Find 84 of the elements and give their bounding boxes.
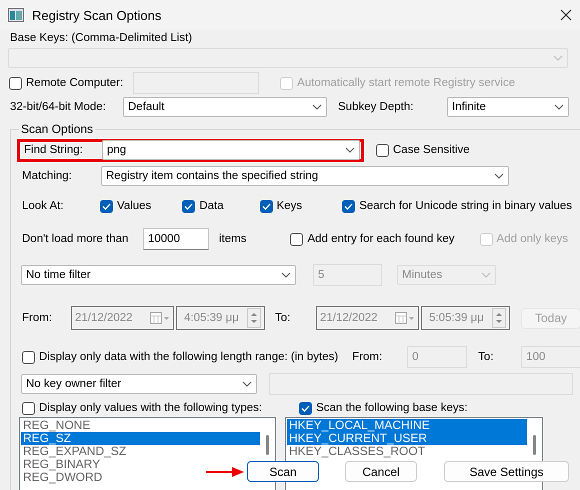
list-item[interactable]: HKEY_CURRENT_USER: [287, 432, 527, 445]
subkey-depth-label: Subkey Depth:: [338, 101, 414, 113]
list-item[interactable]: REG_DWORD: [21, 471, 102, 484]
checkbox-label: Remote Computer:: [26, 77, 124, 89]
checkbox[interactable]: [182, 200, 196, 212]
checkbox[interactable]: [22, 402, 35, 414]
find-string-label: Find String:: [24, 144, 84, 156]
checkbox[interactable]: [9, 76, 22, 90]
checkbox[interactable]: [342, 200, 356, 212]
to-label: To:: [275, 312, 292, 324]
check-icon: [301, 404, 310, 412]
look-at-label: Look At:: [22, 200, 65, 212]
checkbox-label: Keys: [276, 200, 302, 212]
check-icon: [102, 202, 111, 210]
checkbox-label: Display only data with the following length range: (in bytes): [39, 351, 338, 363]
window-title: Registry Scan Options: [32, 8, 162, 22]
close-icon[interactable]: [560, 9, 572, 21]
dialog-button[interactable]: Save Settings: [444, 461, 569, 482]
range-from-field[interactable]: 0: [407, 346, 468, 368]
range-to-field[interactable]: 100: [521, 346, 580, 368]
time-amount-field[interactable]: 5: [313, 264, 382, 286]
checkbox-label: Automatically start remote Registry service: [297, 77, 516, 89]
to-date-picker[interactable]: 21/12/2022: [316, 306, 419, 330]
calendar-icon: [150, 312, 170, 324]
to-time-picker[interactable]: 5:05:39 μμ: [421, 306, 510, 330]
chevron-down-icon: [242, 381, 252, 387]
chevron-down-icon: [554, 104, 564, 110]
checkbox[interactable]: [22, 350, 35, 364]
list-item[interactable]: REG_BINARY: [21, 458, 100, 471]
mode-label: 32-bit/64-bit Mode:: [10, 101, 107, 113]
range-from-label: From:: [352, 351, 384, 363]
from-time-picker[interactable]: 4:05:39 μμ: [176, 306, 265, 330]
spin-arrows-icon[interactable]: [492, 308, 506, 328]
chevron-down-icon: [494, 173, 504, 179]
dialog-button[interactable]: Scan: [247, 461, 319, 482]
checkbox-label: Display only values with the following types:: [39, 402, 262, 414]
list-item[interactable]: HKEY_CLASSES_ROOT: [287, 445, 426, 458]
key-owner-select[interactable]: No key owner filter: [21, 374, 257, 394]
matching-label: Matching:: [22, 170, 73, 182]
check-icon: [344, 202, 354, 210]
checkbox-label: Add entry for each found key: [307, 233, 455, 245]
pointer-arrow: [206, 466, 244, 476]
checkbox-label: Add only keys: [496, 233, 568, 245]
limit-field[interactable]: 10000: [143, 228, 209, 250]
mode-select[interactable]: Default: [123, 97, 327, 117]
find-string-combo[interactable]: png: [102, 140, 360, 160]
scroll-thumb[interactable]: [532, 435, 536, 455]
chevron-down-icon: [312, 104, 322, 110]
list-item[interactable]: REG_EXPAND_SZ: [21, 445, 126, 458]
checkbox-label: Values: [117, 200, 152, 212]
from-label: From:: [22, 312, 54, 324]
dialog-button[interactable]: Cancel: [345, 461, 417, 482]
time-unit-select[interactable]: Minutes: [397, 265, 496, 285]
chevron-down-icon: [553, 55, 563, 61]
spin-arrows-icon[interactable]: [247, 308, 261, 328]
checkbox[interactable]: [376, 144, 389, 156]
checkbox-label: Data: [199, 200, 224, 212]
subkey-depth-select[interactable]: Infinite: [447, 97, 569, 117]
scroll-thumb[interactable]: [266, 435, 268, 455]
checkbox[interactable]: [260, 200, 273, 212]
list-item[interactable]: REG_NONE: [21, 419, 90, 432]
chevron-down-icon: [481, 272, 491, 278]
chevron-down-icon: [281, 272, 291, 278]
limit-unit: items: [219, 233, 246, 245]
checkbox-label: Case Sensitive: [393, 144, 470, 156]
chevron-down-icon: [345, 147, 355, 153]
checkbox[interactable]: [290, 232, 304, 246]
checkbox[interactable]: [299, 402, 312, 414]
check-icon: [262, 202, 271, 210]
from-date-picker[interactable]: 21/12/2022: [71, 306, 174, 330]
group-title: Scan Options: [20, 122, 94, 136]
calendar-icon: [395, 312, 415, 324]
checkbox[interactable]: [100, 200, 113, 212]
matching-select[interactable]: Registry item contains the specified string: [101, 166, 509, 186]
time-filter-select[interactable]: No time filter: [21, 265, 296, 285]
limit-label: Don't load more than: [22, 233, 130, 245]
list-item[interactable]: REG_SZ: [21, 432, 260, 445]
list-item[interactable]: HKEY_LOCAL_MACHINE: [287, 419, 527, 432]
checkbox-label: Search for Unicode string in binary values: [359, 200, 572, 212]
check-icon: [184, 202, 194, 210]
checkbox-label: Scan the following base keys:: [316, 402, 468, 414]
base-keys-label: Base Keys: (Comma-Delimited List): [10, 32, 192, 44]
app-icon: [8, 8, 24, 22]
range-to-label: To:: [478, 351, 495, 363]
